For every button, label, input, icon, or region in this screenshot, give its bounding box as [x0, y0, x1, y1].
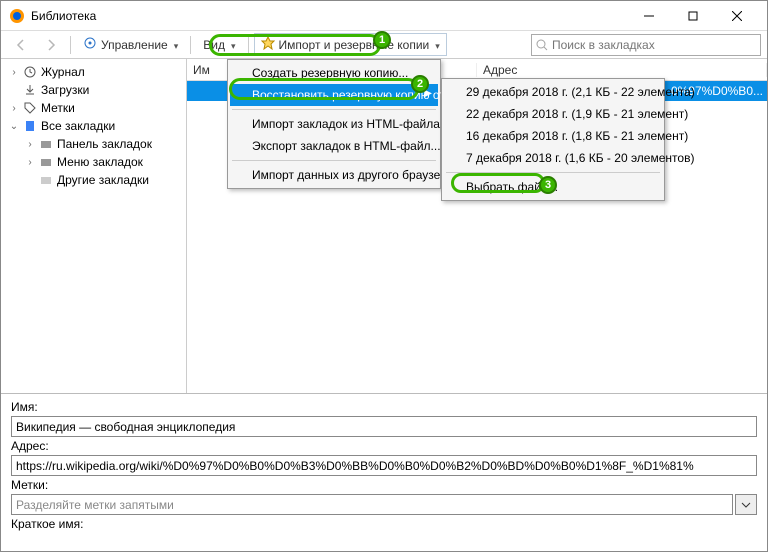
details-addr-label: Адрес: — [11, 439, 757, 453]
search-box[interactable] — [531, 34, 761, 56]
tutorial-marker-3: 3 — [539, 176, 557, 194]
tags-dropdown-button[interactable] — [735, 494, 757, 515]
menu-create-backup[interactable]: Создать резервную копию... — [230, 62, 438, 84]
views-menu-button[interactable]: Вид — [196, 35, 242, 55]
menu-restore-from[interactable]: Восстановить резервную копию от▶ — [230, 84, 438, 106]
tag-icon — [23, 101, 37, 115]
manage-label: Управление — [101, 38, 168, 52]
sidebar-item-all-bookmarks[interactable]: ⌄Все закладки — [1, 117, 186, 135]
details-panel: Имя: Адрес: Метки: Краткое имя: — [1, 393, 767, 551]
toolbar-separator — [70, 36, 71, 54]
details-name-input[interactable] — [11, 416, 757, 437]
column-address[interactable]: Адрес — [477, 63, 767, 77]
folder-icon — [39, 137, 53, 151]
menu-import-html[interactable]: Импорт закладок из HTML-файла... — [230, 113, 438, 135]
details-name-label: Имя: — [11, 400, 757, 414]
sidebar-item-tags[interactable]: ›Метки — [1, 99, 186, 117]
folder-icon — [39, 155, 53, 169]
search-input[interactable] — [552, 38, 756, 52]
titlebar: Библиотека — [1, 1, 767, 31]
bookmarks-icon — [23, 119, 37, 133]
sidebar-item-history[interactable]: ›Журнал — [1, 63, 186, 81]
sidebar-item-downloads[interactable]: Загрузки — [1, 81, 186, 99]
window-controls — [627, 1, 759, 30]
menu-separator — [232, 109, 436, 110]
backup-item[interactable]: 29 декабря 2018 г. (2,1 КБ - 22 элемента… — [444, 81, 662, 103]
star-icon — [261, 36, 275, 53]
minimize-button[interactable] — [627, 1, 671, 30]
views-label: Вид — [203, 38, 225, 52]
clock-icon — [23, 65, 37, 79]
firefox-icon — [9, 8, 25, 24]
menu-export-html[interactable]: Экспорт закладок в HTML-файл... — [230, 135, 438, 157]
window-title: Библиотека — [31, 9, 627, 23]
manage-menu-button[interactable]: Управление — [76, 33, 185, 56]
import-backup-menu: Создать резервную копию... Восстановить … — [227, 59, 441, 189]
search-icon — [536, 39, 548, 51]
import-backup-menu-button[interactable]: Импорт и резервные копии — [254, 33, 447, 56]
menu-separator — [232, 160, 436, 161]
backup-item[interactable]: 22 декабря 2018 г. (1,9 КБ - 21 элемент) — [444, 103, 662, 125]
folder-icon — [39, 173, 53, 187]
sidebar-item-toolbar-folder[interactable]: ›Панель закладок — [1, 135, 186, 153]
download-icon — [23, 83, 37, 97]
tutorial-marker-1: 1 — [373, 31, 391, 49]
details-tags-input[interactable] — [11, 494, 733, 515]
details-addr-input[interactable] — [11, 455, 757, 476]
backup-item[interactable]: 7 декабря 2018 г. (1,6 КБ - 20 элементов… — [444, 147, 662, 169]
gear-icon — [83, 36, 97, 53]
back-button[interactable] — [7, 35, 35, 55]
backup-item[interactable]: 16 декабря 2018 г. (1,8 КБ - 21 элемент) — [444, 125, 662, 147]
menu-import-browser[interactable]: Импорт данных из другого браузера... — [230, 164, 438, 186]
import-backup-label: Импорт и резервные копии — [279, 38, 430, 52]
toolbar-separator — [190, 36, 191, 54]
close-button[interactable] — [715, 1, 759, 30]
forward-button[interactable] — [37, 35, 65, 55]
menu-separator — [446, 172, 660, 173]
sidebar-item-menu-folder[interactable]: ›Меню закладок — [1, 153, 186, 171]
maximize-button[interactable] — [671, 1, 715, 30]
details-short-label: Краткое имя: — [11, 517, 757, 531]
toolbar-separator — [248, 36, 249, 54]
details-tags-label: Метки: — [11, 478, 757, 492]
sidebar-item-other-folder[interactable]: Другие закладки — [1, 171, 186, 189]
sidebar: ›Журнал Загрузки ›Метки ⌄Все закладки ›П… — [1, 59, 187, 393]
tutorial-marker-2: 2 — [411, 75, 429, 93]
